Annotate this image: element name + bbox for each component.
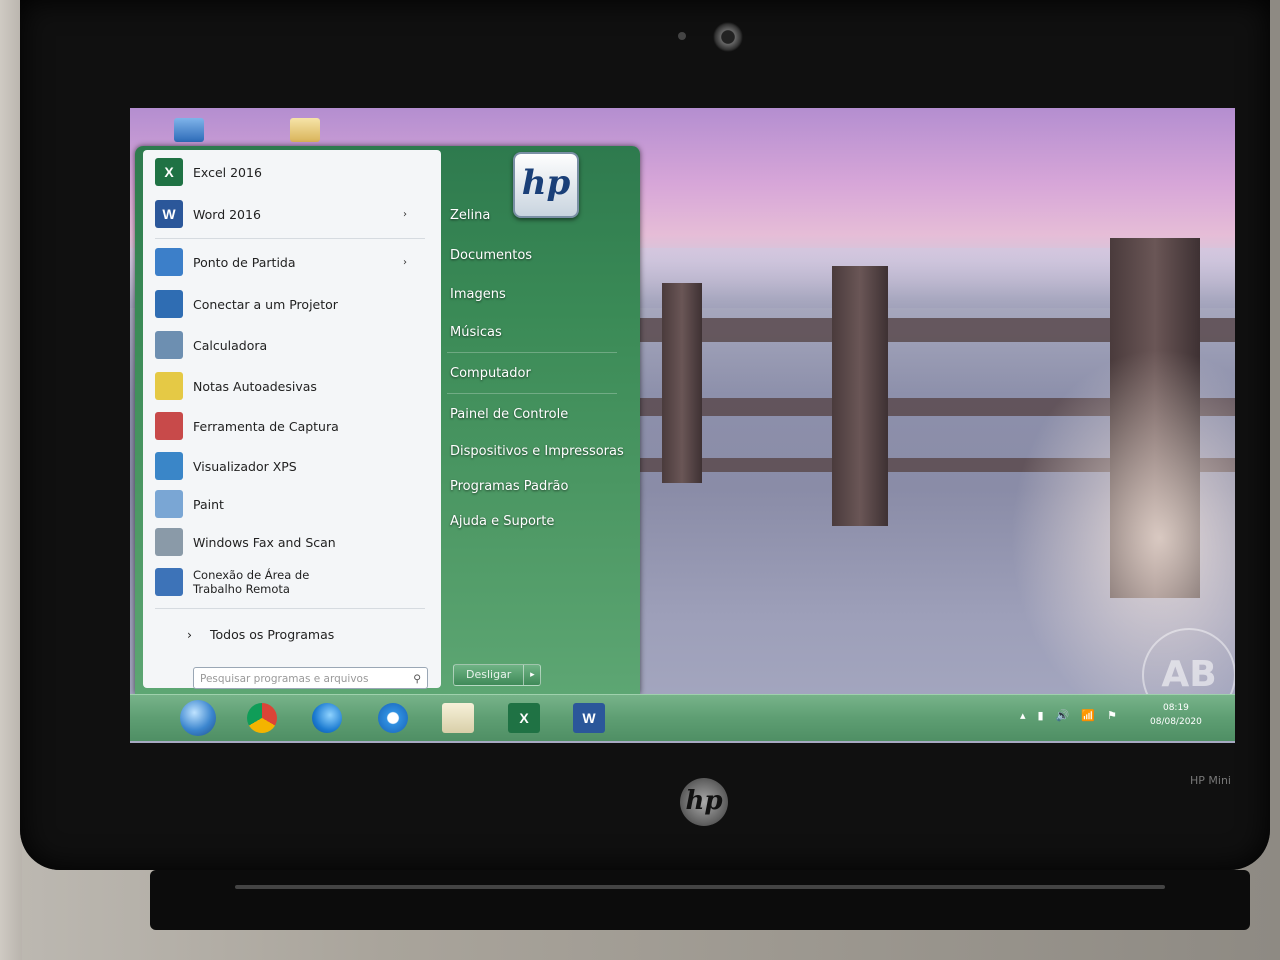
shutdown-button[interactable]: Desligar [453,664,525,686]
start-item-conectar-projetor[interactable]: Conectar a um Projetor [155,286,338,322]
file-explorer-icon[interactable] [442,703,474,733]
shutdown-options-icon[interactable]: ▸ [524,664,542,686]
start-right-computador[interactable]: Computador [450,366,531,381]
divider [155,238,425,239]
start-orb-icon[interactable] [180,700,216,736]
xps-viewer-icon [155,452,183,480]
hinge-line [235,885,1165,889]
start-item-label: Notas Autoadesivas [193,378,317,394]
search-icon: ⚲ [413,673,421,685]
hp-logo: hp [680,778,728,826]
start-item-calculadora[interactable]: Calculadora [155,327,267,363]
all-programs-link[interactable]: › Todos os Programas [187,616,334,652]
excel-icon: X [155,158,183,186]
webcam-icon [713,22,743,52]
start-item-fax-scan[interactable]: Windows Fax and Scan [155,524,336,560]
desktop-user-icon[interactable] [174,118,204,142]
model-label: HP Mini [1190,774,1231,787]
system-tray: ▴ ▮ 🔊 📶 ⚑ [1020,709,1117,722]
battery-icon[interactable]: ▮ [1038,709,1044,722]
divider [447,352,617,353]
getting-started-icon [155,248,183,276]
start-right-ajuda[interactable]: Ajuda e Suporte [450,514,554,529]
clock-time: 08:19 [1162,703,1189,713]
start-item-excel[interactable]: X Excel 2016 [155,154,262,190]
start-item-label: Calculadora [193,337,268,353]
taskbar: X W ▴ ▮ 🔊 📶 ⚑ 08:19 08/08/2020 [130,694,1235,741]
calculator-icon [155,331,183,359]
show-hidden-icons-icon[interactable]: ▴ [1020,709,1026,722]
start-item-notas[interactable]: Notas Autoadesivas [155,368,317,404]
start-item-label: Ponto de Partida [193,254,296,270]
start-item-paint[interactable]: Paint [155,486,224,522]
network-icon[interactable]: 📶 [1081,709,1095,722]
start-right-imagens[interactable]: Imagens [450,287,506,302]
sticky-notes-icon [155,372,183,400]
search-input[interactable]: Pesquisar programas e arquivos ⚲ [193,667,428,689]
start-item-label: Paint [193,496,224,512]
start-right-dispositivos[interactable]: Dispositivos e Impressoras [450,444,624,459]
start-right-painel-controle[interactable]: Painel de Controle [450,407,568,422]
remote-desktop-icon [155,568,183,596]
user-avatar[interactable]: hp [513,152,579,218]
clock-date: 08/08/2020 [1150,717,1202,727]
start-item-label: Conexão de Área de Trabalho Remota [193,568,310,596]
submenu-arrow-icon[interactable]: › [403,257,407,268]
start-right-documentos[interactable]: Documentos [450,248,532,263]
laptop-hinge [150,870,1250,930]
start-item-label: Ferramenta de Captura [193,418,339,434]
paint-icon [155,490,183,518]
clock[interactable]: 08:19 08/08/2020 [1150,701,1202,729]
start-right-musicas[interactable]: Músicas [450,325,502,340]
fax-scan-icon [155,528,183,556]
start-right-user[interactable]: Zelina [450,208,490,223]
screen: AB X Excel 2016 W Word 2016 › Ponto de P… [130,108,1235,743]
start-menu-programs-pane: X Excel 2016 W Word 2016 › Ponto de Part… [143,150,441,689]
chrome-icon[interactable] [247,703,277,733]
sensor [678,32,686,40]
start-menu: X Excel 2016 W Word 2016 › Ponto de Part… [135,146,640,694]
word-icon: W [155,200,183,228]
divider [447,393,617,394]
start-item-remote-desktop[interactable]: Conexão de Área de Trabalho Remota [155,564,355,600]
internet-explorer-icon[interactable] [378,703,408,733]
start-item-ponto-de-partida[interactable]: Ponto de Partida › [155,244,425,280]
edge-icon[interactable] [312,703,342,733]
all-programs-label: Todos os Programas [210,626,335,642]
wall [0,0,22,960]
start-item-xps[interactable]: Visualizador XPS [155,448,297,484]
all-programs-arrow-icon: › [187,626,192,642]
projector-icon [155,290,183,318]
volume-icon[interactable]: 🔊 [1056,709,1070,722]
start-item-captura[interactable]: Ferramenta de Captura [155,408,339,444]
start-item-label: Word 2016 [193,206,261,222]
divider [155,608,425,609]
start-item-label: Excel 2016 [193,164,262,180]
photo: AB X Excel 2016 W Word 2016 › Ponto de P… [0,0,1280,960]
submenu-arrow-icon[interactable]: › [403,209,407,220]
start-item-label: Windows Fax and Scan [193,534,336,550]
start-item-label: Visualizador XPS [193,458,297,474]
excel-icon[interactable]: X [508,703,540,733]
word-icon[interactable]: W [573,703,605,733]
start-item-label: Conectar a um Projetor [193,296,338,312]
start-right-programas-padrao[interactable]: Programas Padrão [450,479,568,494]
start-item-word[interactable]: W Word 2016 › [155,196,425,232]
action-center-icon[interactable]: ⚑ [1107,709,1117,722]
shutdown-control: Desligar ▸ [453,664,542,686]
snipping-tool-icon [155,412,183,440]
desktop-folder-icon[interactable] [290,118,320,142]
